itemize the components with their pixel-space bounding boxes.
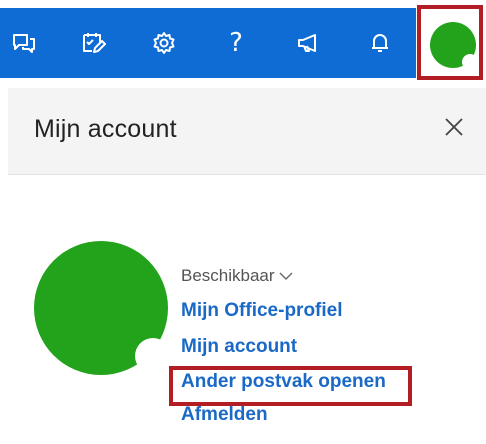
panel-edge: [0, 80, 8, 444]
chevron-down-icon: [279, 272, 293, 280]
help-icon[interactable]: ?: [220, 27, 252, 59]
sign-out-link[interactable]: Afmelden: [181, 404, 268, 426]
gear-icon[interactable]: [148, 27, 180, 59]
close-button[interactable]: [440, 113, 468, 141]
chat-icon[interactable]: [8, 27, 40, 59]
help-glyph: ?: [229, 28, 243, 58]
close-icon: [445, 118, 463, 136]
panel-title: Mijn account: [34, 115, 177, 143]
office-profile-link[interactable]: Mijn Office-profiel: [181, 300, 343, 322]
bell-icon[interactable]: [364, 27, 396, 59]
avatar: [430, 22, 476, 68]
tasks-icon[interactable]: [77, 27, 109, 59]
account-avatar-button[interactable]: [417, 5, 483, 80]
profile-avatar: [34, 241, 168, 375]
presence-status[interactable]: Beschikbaar: [181, 266, 293, 286]
top-bar: ?: [0, 0, 486, 80]
my-account-link[interactable]: Mijn account: [181, 336, 297, 358]
megaphone-icon[interactable]: [292, 27, 324, 59]
app-header-bar: [0, 8, 416, 78]
highlight-box: [169, 366, 412, 406]
status-label: Beschikbaar: [181, 266, 275, 285]
